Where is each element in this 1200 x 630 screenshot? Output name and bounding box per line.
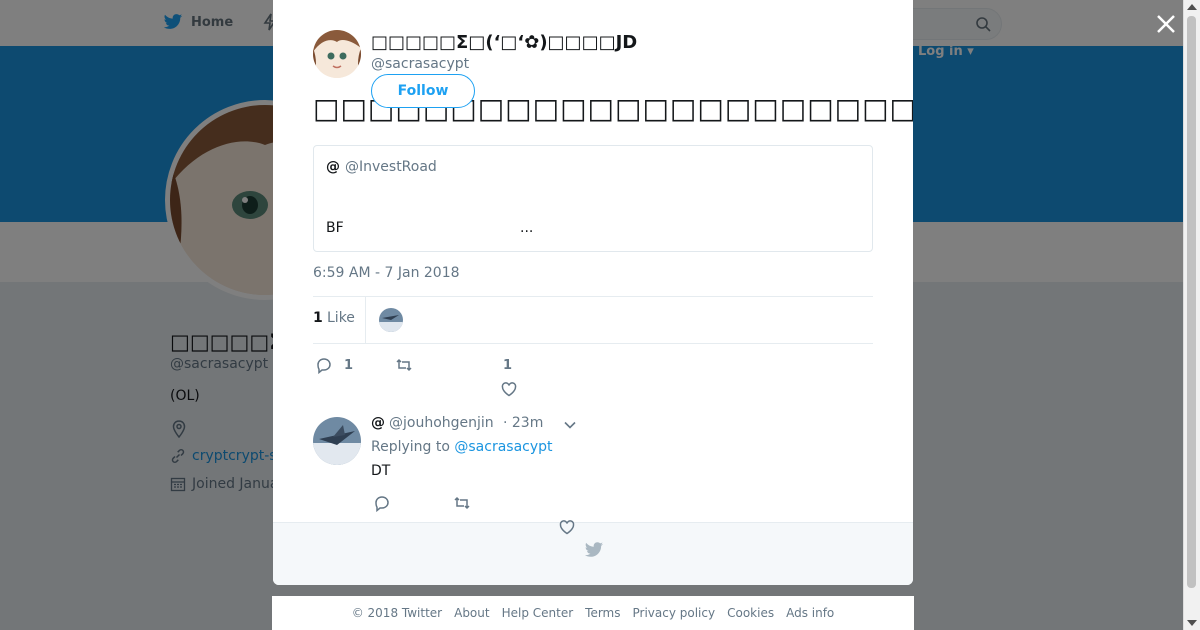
page-scrollbar[interactable] bbox=[1183, 0, 1200, 630]
quoted-tweet-card[interactable]: @ @InvestRoad BF ... bbox=[313, 145, 873, 252]
footer-privacy-link[interactable]: Privacy policy bbox=[633, 606, 716, 620]
footer-help-link[interactable]: Help Center bbox=[502, 606, 574, 620]
footer-ads-link[interactable]: Ads info bbox=[786, 606, 834, 620]
reply-avatar[interactable] bbox=[313, 417, 361, 465]
reply-time[interactable]: · 23m bbox=[503, 415, 543, 431]
tweet-timestamp[interactable]: 6:59 AM - 7 Jan 2018 bbox=[313, 265, 460, 281]
footer-cookies-link[interactable]: Cookies bbox=[727, 606, 774, 620]
replying-to-prefix: Replying to bbox=[371, 439, 450, 455]
stats-divider bbox=[365, 297, 366, 343]
likes-label[interactable]: Like bbox=[327, 310, 355, 326]
liker-avatar[interactable] bbox=[379, 308, 403, 332]
likes-count[interactable]: 1 bbox=[313, 310, 323, 326]
scroll-up-arrow[interactable] bbox=[1187, 4, 1197, 10]
quote-text: BF bbox=[326, 220, 344, 236]
footer-copyright: © 2018 Twitter bbox=[351, 606, 443, 620]
replying-to-handle[interactable]: @sacrasacypt bbox=[454, 439, 552, 455]
quote-at-symbol: @ bbox=[326, 159, 340, 175]
author-name[interactable]: □□□□□Σ□(‘□‘✿)□□□□JD bbox=[371, 32, 637, 53]
sky-photo-avatar bbox=[313, 417, 361, 465]
reply-at-symbol: @ bbox=[371, 415, 385, 431]
replying-to: Replying to @sacrasacypt bbox=[371, 439, 553, 455]
reply-icon[interactable] bbox=[373, 494, 391, 512]
modal-footer bbox=[273, 522, 913, 585]
retweet-icon[interactable] bbox=[453, 494, 471, 512]
page-footer: © 2018 Twitter About Help Center Terms P… bbox=[272, 596, 914, 630]
like-count: 1 bbox=[503, 358, 513, 373]
reply-icon[interactable] bbox=[315, 356, 333, 374]
footer-terms-link[interactable]: Terms bbox=[585, 606, 620, 620]
tweet-stats: 1 Like bbox=[313, 296, 873, 344]
follow-button[interactable]: Follow bbox=[371, 74, 475, 108]
anime-avatar-illustration bbox=[313, 30, 361, 78]
scroll-down-arrow[interactable] bbox=[1187, 620, 1197, 626]
sky-photo-avatar bbox=[379, 308, 403, 332]
reply-count: 1 bbox=[344, 358, 354, 373]
retweet-icon[interactable] bbox=[395, 356, 413, 374]
quote-handle: @InvestRoad bbox=[345, 159, 437, 175]
quote-ellipsis: ... bbox=[520, 220, 534, 236]
tweet-modal: □□□□□Σ□(‘□‘✿)□□□□JD @sacrasacypt □□□□□□□… bbox=[273, 0, 913, 585]
close-icon[interactable] bbox=[1152, 10, 1180, 38]
heart-icon[interactable] bbox=[558, 518, 576, 536]
reply-text: DT bbox=[371, 463, 391, 479]
footer-about-link[interactable]: About bbox=[454, 606, 489, 620]
twitter-bird-icon bbox=[585, 542, 603, 557]
heart-icon[interactable] bbox=[500, 380, 518, 398]
author-handle[interactable]: @sacrasacypt bbox=[371, 56, 469, 72]
scrollbar-thumb[interactable] bbox=[1187, 16, 1196, 588]
author-avatar[interactable] bbox=[313, 30, 361, 78]
chevron-down-icon[interactable] bbox=[563, 418, 577, 432]
reply-handle[interactable]: @jouhohgenjin bbox=[389, 415, 494, 431]
